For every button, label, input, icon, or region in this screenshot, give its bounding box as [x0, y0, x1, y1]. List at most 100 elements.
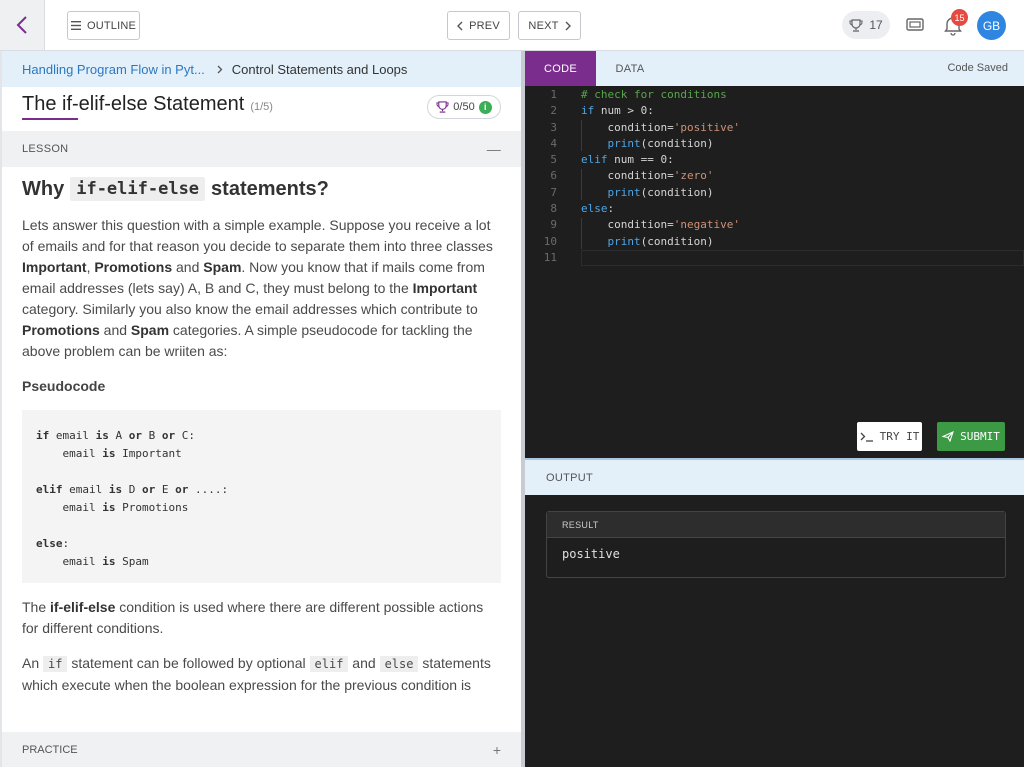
info-icon[interactable]: i: [478, 100, 492, 114]
back-button[interactable]: [0, 0, 45, 50]
line-number: 6: [550, 169, 557, 183]
keyword: or: [175, 483, 189, 496]
breadcrumb-parent-link[interactable]: Handling Program Flow in Pyt...: [22, 62, 205, 77]
try-it-button[interactable]: TRY IT: [857, 422, 922, 451]
keyword: is: [102, 447, 116, 460]
line-number: 3: [550, 120, 557, 134]
bold-text: Spam: [203, 259, 242, 275]
code-text: email: [62, 483, 109, 496]
text: and: [172, 259, 204, 275]
intro-paragraph: Lets answer this question with a simple …: [22, 215, 501, 362]
page-title: The if-elif-else Statement (1/5): [22, 93, 273, 116]
prev-label: PREV: [469, 19, 500, 32]
code-token: condition=: [607, 169, 674, 183]
code-text: Promotions: [115, 501, 189, 514]
collapse-icon[interactable]: —: [487, 141, 501, 157]
code-line: 9 condition='negative': [525, 217, 1024, 233]
code-line: 10 print(condition): [525, 234, 1024, 250]
code-line: 1 # check for conditions: [525, 87, 1024, 103]
trophy-icon: [436, 101, 449, 113]
line-number: 11: [543, 250, 557, 264]
indent-guide: [581, 120, 582, 151]
code-line: 2 if num > 0:: [525, 103, 1024, 119]
code-token: num == 0:: [607, 153, 674, 167]
keyword: or: [161, 429, 176, 442]
code-string: 'positive': [673, 120, 740, 134]
tab-code[interactable]: CODE: [525, 51, 596, 86]
code-text: condition='zero': [581, 168, 714, 184]
editor-tabs: CODE DATA Code Saved: [525, 51, 1024, 86]
practice-section-header[interactable]: PRACTICE +: [2, 732, 521, 767]
send-icon: [942, 431, 955, 442]
notification-badge: 15: [951, 9, 968, 26]
tab-data[interactable]: DATA: [596, 51, 664, 86]
code-text: B: [141, 429, 162, 442]
bold-text: Important: [412, 280, 478, 296]
lesson-section-label: LESSON: [22, 143, 69, 155]
prev-button[interactable]: PREV: [447, 11, 510, 40]
indent-guide: [581, 169, 582, 200]
trophy-count: 17: [869, 18, 883, 32]
line-number: 8: [550, 202, 557, 216]
text: The: [22, 599, 51, 615]
code-text: # check for conditions: [581, 87, 727, 103]
text: and: [99, 322, 131, 338]
line-number: 9: [550, 218, 557, 232]
lesson-section-header[interactable]: LESSON —: [2, 131, 521, 167]
code-token: condition=: [607, 120, 674, 134]
breadcrumb-current: Control Statements and Loops: [231, 61, 408, 77]
submit-label: SUBMIT: [960, 430, 1000, 443]
lesson-content: Why if-elif-else statements? Lets answer…: [2, 177, 521, 696]
code-keyword: if: [581, 104, 595, 118]
code-text: print(condition): [581, 185, 714, 201]
code-text: Spam: [115, 555, 149, 568]
line-number: 2: [550, 104, 557, 118]
editor-pane: CODE DATA Code Saved 1 # check for condit…: [525, 51, 1024, 767]
outline-button[interactable]: OUTLINE: [67, 11, 140, 40]
line-number: 1: [550, 88, 557, 101]
statement-paragraph: An if statement can be followed by optio…: [22, 653, 501, 696]
lesson-pane: Handling Program Flow in Pyt... Control …: [0, 51, 521, 767]
lesson-progress: (1/5): [250, 101, 273, 113]
trophy-icon: [849, 18, 863, 32]
code-token: (condition): [640, 136, 714, 150]
code-text: C:: [175, 429, 195, 442]
code-text: ....:: [188, 483, 229, 496]
code-keyword: print: [607, 185, 641, 199]
code-text: elif num == 0:: [581, 152, 674, 168]
code-text: email: [36, 447, 103, 460]
top-bar: OUTLINE PREV NEXT 17 15 GB: [0, 0, 1024, 51]
pseudo-line: [36, 517, 487, 535]
avatar[interactable]: GB: [977, 11, 1006, 40]
lesson-header: The if-elif-else Statement (1/5) 0/50 i: [2, 87, 521, 131]
code-keyword: else: [581, 202, 608, 216]
pseudo-line: email is Spam: [36, 553, 487, 571]
pseudo-line: [36, 463, 487, 481]
chevron-right-icon: [217, 65, 223, 73]
code-comment: # check for conditions: [581, 88, 727, 101]
keyword: is: [102, 501, 116, 514]
text: statement can be followed by optional: [67, 655, 310, 671]
next-button[interactable]: NEXT: [518, 11, 581, 40]
ticket-icon[interactable]: [905, 15, 925, 35]
code-text: email: [36, 501, 103, 514]
code-text: :: [62, 537, 70, 550]
code-token: condition=: [607, 218, 674, 232]
try-it-label: TRY IT: [879, 430, 920, 443]
keyword: if: [36, 429, 50, 442]
code-editor[interactable]: 1 # check for conditions 2 if num > 0: 3 con…: [525, 86, 1024, 458]
code-text: else:: [581, 201, 614, 217]
code-line: 8 else:: [525, 201, 1024, 217]
keyword: or: [141, 483, 156, 496]
chevron-left-icon: [16, 16, 27, 34]
submit-button[interactable]: SUBMIT: [937, 422, 1005, 451]
expand-icon[interactable]: +: [493, 742, 501, 758]
code-text: A: [108, 429, 129, 442]
chevron-left-icon: [457, 21, 463, 30]
pseudocode-block: if email is A or B or C: email is Import…: [22, 410, 501, 583]
score-pill[interactable]: 0/50 i: [427, 95, 501, 119]
trophy-counter[interactable]: 17: [842, 11, 890, 39]
pseudo-line: else:: [36, 535, 487, 553]
code-line: 7 print(condition): [525, 185, 1024, 201]
